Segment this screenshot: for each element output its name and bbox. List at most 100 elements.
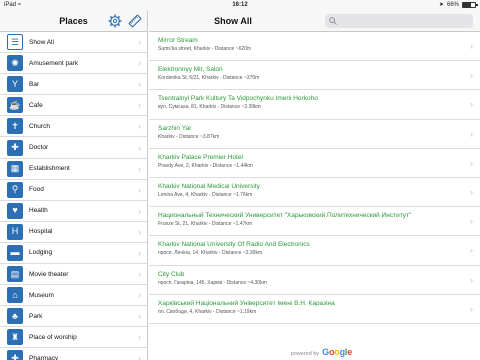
place-row[interactable]: Kharkiv National University Of Radio And…: [149, 236, 480, 266]
sidebar-item-museum[interactable]: ⌂ Museum ›: [0, 285, 147, 307]
chevron-right-icon: ›: [138, 353, 141, 360]
film-icon: ▤: [7, 266, 23, 283]
place-row[interactable]: Elektronnyy Mir, Salon Korolenka St, 6/21…: [149, 61, 480, 91]
chevron-right-icon: ›: [138, 121, 141, 132]
place-row[interactable]: Kharkiv Palace Premier Hotel Pravdy Ave, …: [149, 149, 480, 178]
gear-icon[interactable]: [108, 14, 122, 28]
tree-icon: ♣: [7, 308, 23, 325]
church-icon: ✝: [7, 118, 23, 135]
pharmacy-icon: ✚: [7, 350, 23, 360]
building-icon: ▦: [7, 160, 23, 177]
ruler-icon[interactable]: [128, 14, 142, 28]
place-row[interactable]: Tsentralnyi Park Kultury Ta Vidpochynku …: [149, 90, 480, 120]
sidebar-header: Places: [0, 10, 147, 32]
sidebar-item-label: Bar: [29, 80, 40, 88]
ferris-wheel-icon: ✺: [7, 55, 23, 72]
place-row[interactable]: Харківський Національний Університет Іме…: [149, 295, 480, 324]
search-input[interactable]: [340, 18, 460, 24]
place-name: Kharkiv National University Of Radio And…: [158, 241, 310, 249]
place-row[interactable]: Mirror Stream Sums'ka street, Kharkiv - D…: [149, 32, 480, 62]
sidebar-item-label: Movie theater: [29, 270, 69, 278]
status-right: ➤ 66%: [438, 0, 478, 10]
sidebar-item-label: Hospital: [29, 228, 53, 236]
sidebar-item-health[interactable]: ♥ Health ›: [0, 201, 147, 222]
fork-knife-icon: ⚲: [7, 181, 23, 198]
sidebar-item-label: Lodging: [29, 249, 53, 257]
chevron-right-icon: ›: [470, 216, 473, 227]
category-list: ☰ Show All › ✺ Amusement park › Y Bar › ☕ Cafe › ✝ Ch…: [0, 32, 147, 360]
chevron-right-icon: ›: [138, 163, 141, 174]
place-address: пл. Свободи, 4, Kharkiv - Distance ~1.19…: [158, 308, 257, 315]
sidebar-item-amusement-park[interactable]: ✺ Amusement park ›: [0, 53, 147, 75]
place-address: Pravdy Ave, 2, Kharkiv - Distance ~1.44k…: [158, 162, 253, 169]
place-address: Korolenka St, 6/21, Kharkiv - Distance ~…: [158, 75, 260, 82]
sidebar-item-bar[interactable]: Y Bar ›: [0, 74, 147, 96]
sidebar-item-place-of-worship[interactable]: ♜ Place of worship ›: [0, 327, 147, 349]
powered-by-label: powered by: [290, 351, 320, 357]
sidebar-item-lodging[interactable]: ▬ Lodging ›: [0, 243, 147, 265]
chevron-right-icon: ›: [138, 226, 141, 237]
place-address: Frunze St, 21, Kharkiv - Distance ~1.47k…: [158, 221, 253, 228]
place-row[interactable]: Национальный Технический Университет "Ха…: [149, 207, 480, 237]
chevron-right-icon: ›: [470, 99, 473, 110]
place-address: просп. Леніна, 14, Kharkiv - Distance ~2…: [158, 250, 263, 257]
chevron-right-icon: ›: [138, 290, 141, 301]
sidebar-item-label: Amusement park: [29, 59, 79, 67]
chevron-right-icon: ›: [138, 100, 141, 111]
sidebar-item-movie-theater[interactable]: ▤ Movie theater ›: [0, 264, 147, 286]
location-arrow-icon: ➤: [438, 2, 444, 8]
sidebar-item-doctor[interactable]: ✚ Doctor ›: [0, 137, 147, 159]
sidebar-item-establishment[interactable]: ▦ Establishment ›: [0, 159, 147, 180]
chevron-right-icon: ›: [138, 311, 141, 322]
sidebar-title: Places: [59, 16, 88, 26]
sidebar-item-label: Cafe: [29, 101, 43, 109]
list-icon: ☰: [7, 34, 23, 51]
chevron-right-icon: ›: [138, 332, 141, 343]
chevron-right-icon: ›: [138, 269, 141, 280]
place-name: Харківський Національний Університет Іме…: [158, 299, 335, 307]
battery-icon: [462, 2, 478, 8]
google-logo: Google: [322, 347, 352, 357]
search-bar[interactable]: [325, 14, 473, 28]
sidebar-item-cafe[interactable]: ☕ Cafe ›: [0, 95, 147, 117]
chevron-right-icon: ›: [138, 247, 141, 258]
sidebar-item-label: Church: [29, 122, 50, 130]
place-row[interactable]: Sarzhin Yar Kharkiv - Distance ~3.87km ›: [149, 120, 480, 149]
sidebar-item-pharmacy[interactable]: ✚ Pharmacy ›: [0, 348, 147, 360]
sidebar-item-label: Health: [29, 207, 48, 215]
sidebar-item-food[interactable]: ⚲ Food ›: [0, 180, 147, 201]
heart-icon: ♥: [7, 202, 23, 219]
sidebar-item-label: Pharmacy: [29, 354, 59, 360]
doctor-bag-icon: ✚: [7, 139, 23, 156]
search-icon: [329, 17, 337, 25]
place-name: Tsentralnyi Park Kultury Ta Vidpochynku …: [158, 95, 318, 103]
chevron-right-icon: ›: [470, 70, 473, 81]
chevron-right-icon: ›: [470, 303, 473, 314]
sidebar-item-label: Doctor: [29, 144, 49, 152]
chevron-right-icon: ›: [138, 142, 141, 153]
main-panel: Show All Mirror Stream Sums'ka street, Kh…: [149, 10, 480, 360]
main-title: Show All: [214, 16, 252, 26]
status-time: 16:12: [232, 2, 248, 8]
place-address: Sums'ka street, Kharkiv - Distance ~620m: [158, 46, 252, 52]
chevron-right-icon: ›: [470, 274, 473, 285]
chevron-right-icon: ›: [138, 58, 141, 69]
place-name: Kharkiv National Medical University: [158, 182, 260, 190]
place-row[interactable]: Kharkiv National Medical University Lenin…: [149, 178, 480, 208]
worship-icon: ♜: [7, 329, 23, 346]
sidebar-item-church[interactable]: ✝ Church ›: [0, 116, 147, 138]
sidebar-item-hospital[interactable]: H Hospital ›: [0, 222, 147, 243]
place-address: вул. Сумська, 81, Kharkiv - Distance ~3.…: [158, 104, 261, 111]
main-header: Show All: [149, 10, 480, 32]
sidebar-item-park[interactable]: ♣ Park ›: [0, 306, 147, 328]
place-name: Elektronnyy Mir, Salon: [158, 66, 223, 74]
place-row[interactable]: City Club просп. Гагаріна, 145, Харків - …: [149, 266, 480, 295]
place-address: Lenina Ave, 4, Kharkiv - Distance ~1.76k…: [158, 191, 253, 198]
place-name: Mirror Stream: [158, 37, 198, 44]
coffee-cup-icon: ☕: [7, 97, 23, 114]
sidebar-item-label: Museum: [29, 291, 54, 299]
bed-icon: ▬: [7, 244, 23, 261]
sidebar-item-label: Establishment: [29, 165, 70, 173]
place-name: Национальный Технический Университет "Ха…: [158, 212, 412, 220]
sidebar-item-show-all[interactable]: ☰ Show All ›: [0, 32, 147, 54]
